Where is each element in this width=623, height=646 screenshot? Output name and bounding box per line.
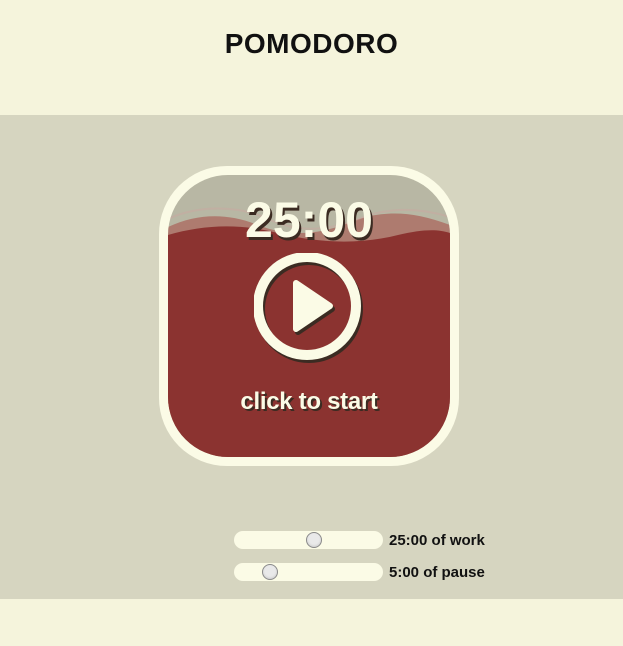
footer — [0, 599, 623, 646]
pause-duration-label: 5:00 of pause — [389, 563, 485, 581]
work-setting: 25:00 of work — [234, 530, 485, 550]
work-duration-label: 25:00 of work — [389, 531, 485, 549]
start-timer-button[interactable]: 25:00 click to start — [168, 175, 450, 457]
pause-setting: 5:00 of pause — [234, 562, 485, 582]
start-label: click to start — [240, 388, 378, 415]
time-display: 25:00 — [245, 192, 373, 248]
pause-duration-slider[interactable] — [234, 563, 383, 581]
work-duration-slider[interactable] — [234, 531, 383, 549]
pause-slider-thumb[interactable] — [261, 564, 278, 580]
timer-frame: 25:00 click to start — [159, 166, 459, 466]
page-title: POMODORO — [224, 28, 399, 59]
play-icon — [254, 253, 363, 363]
work-slider-thumb[interactable] — [305, 532, 322, 548]
timer-body: 25:00 click to start — [168, 175, 450, 457]
header: POMODORO — [0, 0, 623, 115]
